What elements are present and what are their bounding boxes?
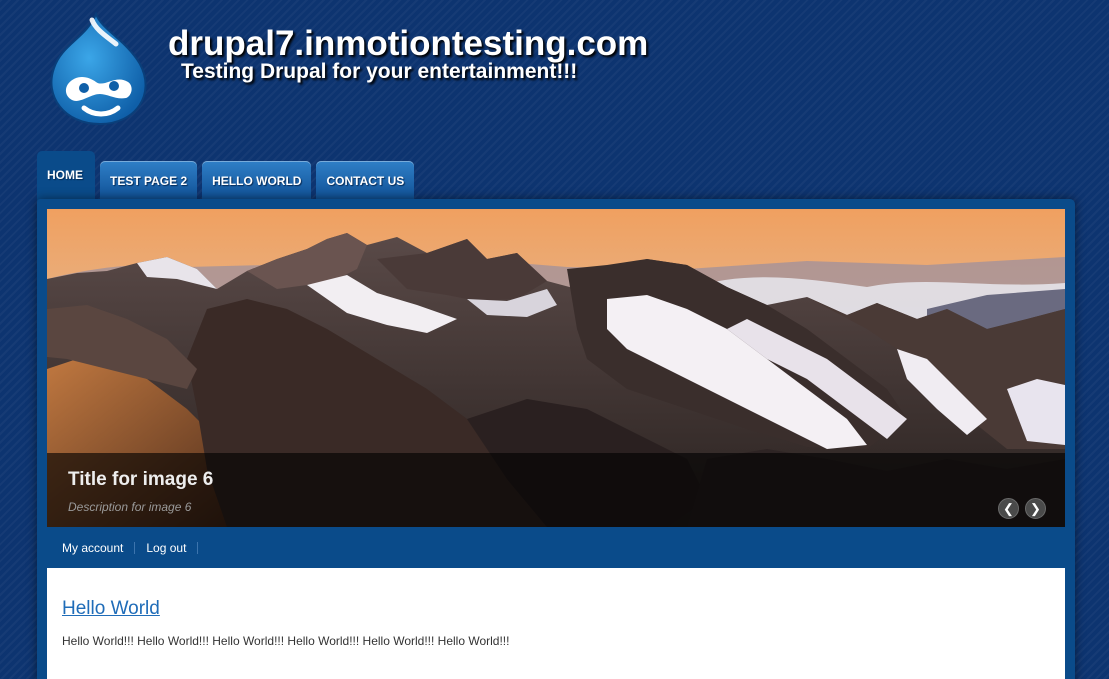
slide-caption: Title for image 6 Description for image … (47, 453, 1065, 527)
slide-description: Description for image 6 (68, 500, 192, 514)
site-slogan: Testing Drupal for your entertainment!!! (181, 60, 578, 83)
menu-separator (197, 542, 199, 554)
slideshow: Title for image 6 Description for image … (47, 209, 1065, 527)
menu-separator (134, 542, 136, 554)
main-panel: Title for image 6 Description for image … (37, 199, 1075, 679)
slide-title: Title for image 6 (68, 469, 214, 490)
tab-home[interactable]: HOME (37, 151, 95, 201)
drupal-drop-icon[interactable] (44, 11, 152, 130)
content-area: Hello World Hello World!!! Hello World!!… (47, 568, 1065, 679)
main-menu: HOME TEST PAGE 2 HELLO WORLD CONTACT US (37, 149, 419, 201)
tab-test-page-2[interactable]: TEST PAGE 2 (100, 161, 198, 201)
tab-contact-us[interactable]: CONTACT US (316, 161, 415, 201)
site-header: drupal7.inmotiontesting.com Testing Drup… (0, 0, 1109, 140)
node-title-link[interactable]: Hello World (62, 598, 160, 620)
my-account-link[interactable]: My account (62, 541, 123, 555)
secondary-menu: My account Log out (62, 541, 209, 555)
chevron-left-icon[interactable]: ❮ (998, 498, 1019, 519)
tab-hello-world[interactable]: HELLO WORLD (202, 161, 312, 201)
node-body: Hello World!!! Hello World!!! Hello Worl… (62, 634, 510, 648)
chevron-right-icon[interactable]: ❯ (1025, 498, 1046, 519)
log-out-link[interactable]: Log out (146, 541, 186, 555)
